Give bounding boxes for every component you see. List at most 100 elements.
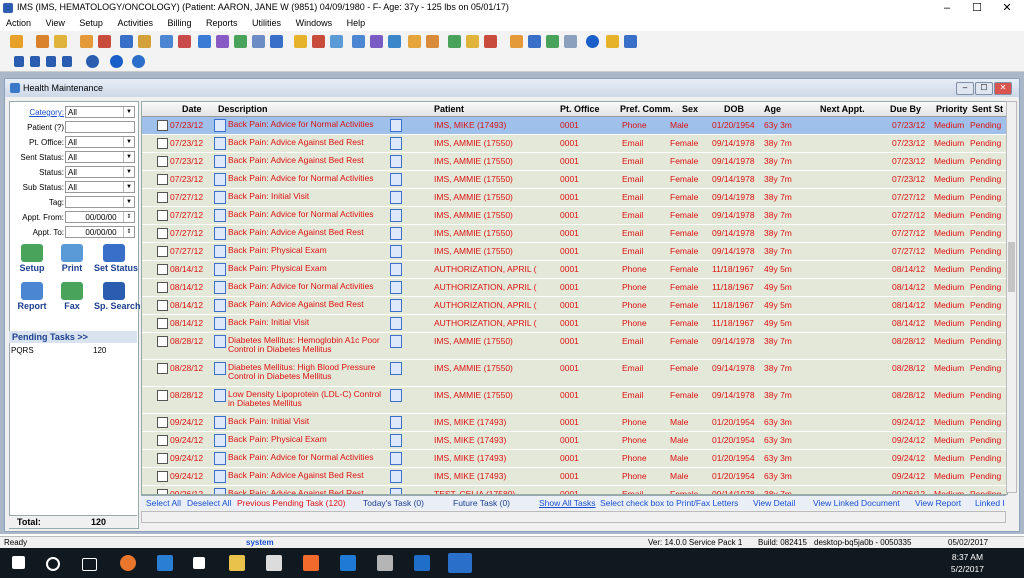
toolbar-window-icon[interactable]: [408, 35, 421, 48]
first-record-icon[interactable]: [14, 56, 24, 67]
appt-from-input[interactable]: 00/00/00 ⇕: [65, 211, 135, 223]
patient-doc-icon[interactable]: [390, 245, 402, 258]
table-row[interactable]: 07/27/12 Back Pain: Physical Exam IMS, AMM…: [142, 243, 1007, 261]
deselect-all-link[interactable]: Deselect All: [187, 498, 231, 508]
table-row[interactable]: 07/27/12 Back Pain: Advice for Normal Act…: [142, 207, 1007, 225]
table-row[interactable]: 09/24/12 Back Pain: Advice for Normal Act…: [142, 450, 1007, 468]
toolbar-3d-icon[interactable]: [370, 35, 383, 48]
row-checkbox[interactable]: [157, 174, 168, 185]
toolbar-import-icon[interactable]: [546, 35, 559, 48]
category-label[interactable]: Category:: [29, 108, 64, 117]
search-icon[interactable]: [46, 557, 60, 571]
col-dob[interactable]: DOB: [724, 104, 744, 114]
tag-select[interactable]: ▼: [65, 196, 135, 208]
table-row[interactable]: 07/27/12 Back Pain: Advice Against Bed Re…: [142, 225, 1007, 243]
patient-doc-icon[interactable]: [390, 281, 402, 294]
toolbar-cube-icon[interactable]: [388, 35, 401, 48]
row-checkbox[interactable]: [157, 264, 168, 275]
report-button[interactable]: Report: [12, 282, 52, 311]
next-record-icon[interactable]: [46, 56, 56, 67]
patient-doc-icon[interactable]: [390, 335, 402, 348]
close-circle-icon[interactable]: [132, 55, 145, 68]
table-row[interactable]: 08/28/12 Diabetes Mellitus: Hemoglobin A1…: [142, 333, 1007, 360]
col-sent-status[interactable]: Sent St: [972, 104, 1003, 114]
table-row[interactable]: 08/14/12 Back Pain: Advice Against Bed Re…: [142, 297, 1007, 315]
snipping-icon[interactable]: [303, 555, 319, 571]
description-doc-icon[interactable]: [214, 416, 226, 429]
patient-doc-icon[interactable]: [390, 452, 402, 465]
description-doc-icon[interactable]: [214, 434, 226, 447]
sub-status-select[interactable]: All ▼: [65, 181, 135, 193]
set-status-button[interactable]: Set Status: [94, 244, 138, 273]
toolbar-folder-icon[interactable]: [80, 35, 93, 48]
refresh-icon[interactable]: [86, 55, 99, 68]
toolbar-flask-icon[interactable]: [138, 35, 151, 48]
spin-icon[interactable]: ⇕: [123, 227, 134, 237]
table-row[interactable]: 07/23/12 Back Pain: Advice Against Bed Re…: [142, 153, 1007, 171]
description-doc-icon[interactable]: [214, 173, 226, 186]
table-row[interactable]: 07/23/12 Back Pain: Advice for Normal Act…: [142, 171, 1007, 189]
patient-doc-icon[interactable]: [390, 155, 402, 168]
row-checkbox[interactable]: [157, 282, 168, 293]
edge-icon[interactable]: [340, 555, 356, 571]
table-row[interactable]: 09/26/12 Back Pain: Advice Against Bed Re…: [142, 486, 1007, 494]
pending-task-item[interactable]: PQRS 120: [9, 345, 137, 357]
toolbar-lock-icon[interactable]: [606, 35, 619, 48]
toolbar-bars-icon[interactable]: [448, 35, 461, 48]
system-clock[interactable]: 8:37 AM 5/2/2017: [951, 551, 984, 575]
menu-activities[interactable]: Activities: [111, 16, 159, 30]
toolbar-tools-icon[interactable]: [312, 35, 325, 48]
help-icon[interactable]: [110, 55, 123, 68]
row-checkbox[interactable]: [157, 453, 168, 464]
task-view-icon[interactable]: [82, 558, 97, 571]
toolbar-form-icon[interactable]: [160, 35, 173, 48]
patient-doc-icon[interactable]: [390, 137, 402, 150]
status-select[interactable]: All ▼: [65, 166, 135, 178]
row-checkbox[interactable]: [157, 156, 168, 167]
description-doc-icon[interactable]: [214, 488, 226, 494]
ie-icon[interactable]: [157, 555, 173, 571]
patient-doc-icon[interactable]: [390, 488, 402, 494]
description-doc-icon[interactable]: [214, 452, 226, 465]
table-row[interactable]: 08/28/12 Low Density Lipoprotein (LDL-C) …: [142, 387, 1007, 414]
table-row[interactable]: 08/14/12 Back Pain: Physical Exam AUTHORIZ…: [142, 261, 1007, 279]
patient-input[interactable]: [65, 121, 135, 133]
toolbar-card-icon[interactable]: [294, 35, 307, 48]
row-checkbox[interactable]: [157, 435, 168, 446]
toolbar-help-icon[interactable]: [586, 35, 599, 48]
row-checkbox[interactable]: [157, 228, 168, 239]
patient-doc-icon[interactable]: [390, 173, 402, 186]
toolbar-exit-icon[interactable]: [624, 35, 637, 48]
today-task-tab[interactable]: Today's Task (0): [363, 498, 424, 508]
row-checkbox[interactable]: [157, 363, 168, 374]
menu-help[interactable]: Help: [341, 16, 372, 30]
menu-setup[interactable]: Setup: [73, 16, 109, 30]
firefox-icon[interactable]: [120, 555, 136, 571]
toolbar-pen-icon[interactable]: [352, 35, 365, 48]
toolbar-sync-icon[interactable]: [510, 35, 523, 48]
description-doc-icon[interactable]: [214, 263, 226, 276]
toolbar-chart-icon[interactable]: [98, 35, 111, 48]
col-description[interactable]: Description: [218, 104, 268, 114]
toolbar-globe-icon[interactable]: [234, 35, 247, 48]
row-checkbox[interactable]: [157, 336, 168, 347]
menu-reports[interactable]: Reports: [200, 16, 244, 30]
description-doc-icon[interactable]: [214, 299, 226, 312]
sent-status-select[interactable]: All ▼: [65, 151, 135, 163]
col-date[interactable]: Date: [182, 104, 202, 114]
menu-windows[interactable]: Windows: [290, 16, 339, 30]
description-doc-icon[interactable]: [214, 209, 226, 222]
description-doc-icon[interactable]: [214, 362, 226, 375]
toolbar-export-icon[interactable]: [528, 35, 541, 48]
menu-action[interactable]: Action: [0, 16, 37, 30]
toolbar-user-icon[interactable]: [10, 35, 23, 48]
outlook-icon[interactable]: [414, 555, 430, 571]
patient-doc-icon[interactable]: [390, 191, 402, 204]
col-patient[interactable]: Patient: [434, 104, 464, 114]
menu-billing[interactable]: Billing: [161, 16, 197, 30]
patient-doc-icon[interactable]: [390, 362, 402, 375]
future-task-tab[interactable]: Future Task (0): [453, 498, 510, 508]
col-sex[interactable]: Sex: [682, 104, 698, 114]
table-row[interactable]: 07/23/12 Back Pain: Advice for Normal Act…: [142, 117, 1007, 135]
row-checkbox[interactable]: [157, 318, 168, 329]
